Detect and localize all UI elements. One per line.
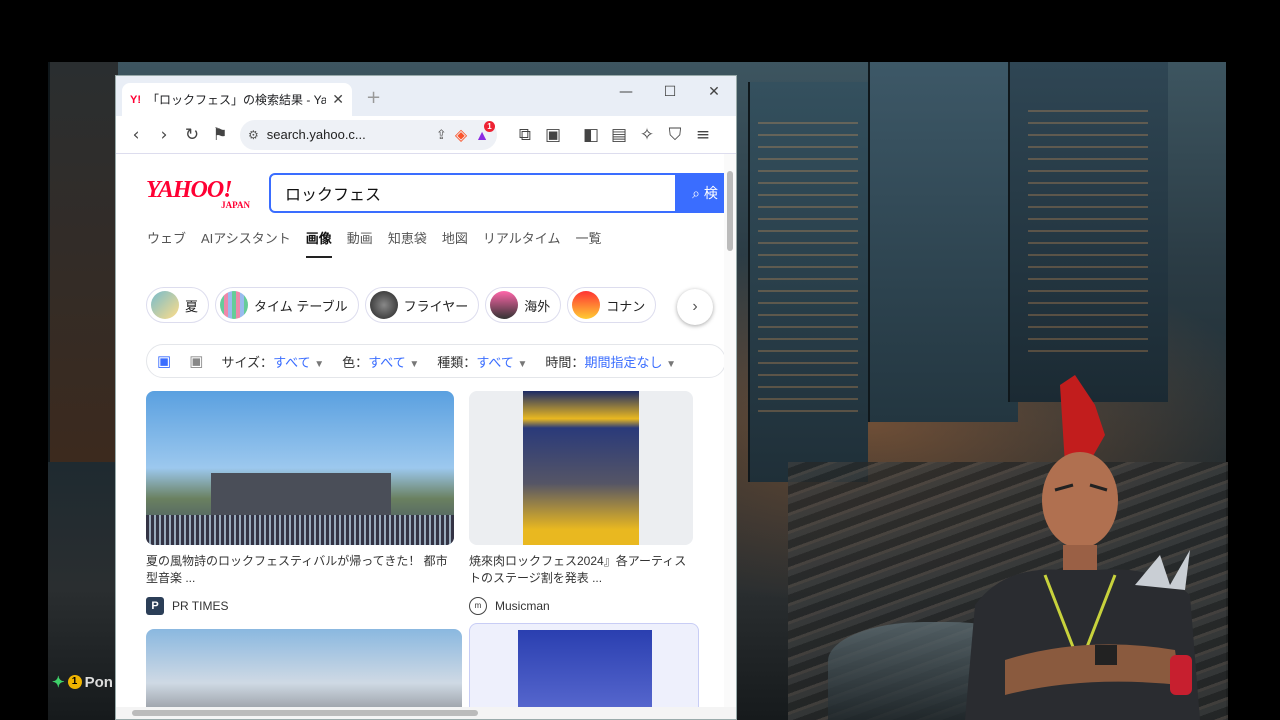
extensions-icon[interactable]: ⧉ [511, 125, 539, 145]
tab-images[interactable]: 画像 [305, 228, 332, 258]
brave-shields-icon[interactable]: ◈ [455, 125, 467, 145]
active-tab[interactable]: Y! 「ロックフェス」の検索結果 - Yahoo!検 ✕ [122, 83, 352, 116]
chip-summer[interactable]: 夏 [146, 287, 210, 323]
result-card[interactable]: 夏の風物詩のロックフェスティバルが帰ってきた！ 都市型音楽 ... P PR TI… [146, 391, 454, 615]
menu-icon[interactable]: ≡ [689, 125, 717, 145]
result-image[interactable] [518, 630, 652, 716]
back-icon[interactable]: ‹ [122, 125, 150, 145]
search-button-label: 検 [703, 185, 718, 201]
horizontal-scrollbar[interactable] [116, 707, 736, 719]
vpn-icon[interactable]: ⛉ [661, 125, 689, 145]
maximize-icon[interactable]: ☐ [648, 84, 692, 100]
window-controls: — ☐ ✕ [604, 84, 736, 100]
chip-label: タイム テーブル [254, 298, 348, 314]
tab-chiebukuro[interactable]: 知恵袋 [388, 228, 427, 258]
badge-text: Pon [84, 673, 113, 691]
result-caption[interactable]: 焼來肉ロックフェス2024』各アーティストのステージ割を発表 ... [469, 553, 693, 587]
search-page: YAHOO! JAPAN ロックフェス ✕ ⌕ 検 ウェブ AIアシスタント 画… [116, 154, 736, 719]
search-input[interactable]: ロックフェス ✕ [269, 173, 729, 213]
result-caption[interactable]: 夏の風物詩のロックフェスティバルが帰ってきた！ 都市型音楽 ... [146, 553, 454, 587]
tab-web[interactable]: ウェブ [147, 228, 186, 258]
color-filter[interactable]: 色：すべて ▼ [342, 352, 419, 371]
close-window-icon[interactable]: ✕ [692, 84, 736, 100]
chevron-right-icon[interactable]: › [677, 289, 713, 325]
result-card[interactable]: 焼來肉ロックフェス2024』各アーティストのステージ割を発表 ... m Musi… [469, 391, 693, 615]
filter-bar: ▣ ▣ サイズ：すべて ▼ 色：すべて ▼ 種類：すべて ▼ 時間：期間指定なし… [146, 344, 726, 378]
chip-label: 夏 [185, 298, 199, 314]
reload-icon[interactable]: ↻ [178, 125, 206, 145]
url-text: search.yahoo.c... [266, 127, 366, 142]
photo-icon[interactable]: ▣ [157, 353, 171, 370]
stream-points-badge: ✦ 1 Pon [52, 673, 113, 692]
filter-type-icons: ▣ ▣ [157, 352, 203, 370]
tab-map[interactable]: 地図 [442, 228, 468, 258]
chip-overseas[interactable]: 海外 [485, 287, 562, 323]
image-icon[interactable]: ▣ [189, 353, 203, 370]
close-tab-icon[interactable]: ✕ [332, 91, 344, 108]
minimize-icon[interactable]: — [604, 84, 648, 100]
size-filter[interactable]: サイズ：すべて ▼ [221, 352, 324, 371]
chip-label: フライヤー [403, 298, 469, 314]
musicman-icon: m [469, 597, 487, 615]
source-name: PR TIMES [172, 599, 229, 613]
tab-realtime[interactable]: リアルタイム [483, 228, 561, 258]
result-card[interactable] [469, 623, 699, 719]
chip-label: 海外 [524, 298, 551, 314]
tab-list[interactable]: 一覧 [575, 228, 601, 258]
result-image[interactable] [146, 391, 454, 545]
chip-timetable[interactable]: タイム テーブル [215, 287, 359, 323]
vertical-scrollbar[interactable] [724, 154, 736, 719]
kind-filter[interactable]: 種類：すべて ▼ [437, 352, 527, 371]
logo-main: YAHOO! [146, 177, 233, 203]
browser-toolbar: ‹ › ↻ ⚑ ⚙ search.yahoo.c... ⇪ ◈ ▲ 1 ⧉ ▣ ◧… [116, 116, 736, 154]
suggestion-chips: 夏 タイム テーブル フライヤー 海外 コナン [146, 287, 657, 323]
plus-icon: ✦ [52, 674, 65, 691]
time-filter[interactable]: 時間：期間指定なし ▼ [545, 352, 676, 371]
kind-label: 種類： [437, 354, 477, 370]
chip-conan[interactable]: コナン [567, 287, 657, 323]
color-value: すべて [368, 354, 406, 370]
result-source[interactable]: m Musicman [469, 597, 693, 615]
size-label: サイズ： [221, 354, 274, 370]
vtuber-avatar [945, 375, 1215, 720]
tab-title: 「ロックフェス」の検索結果 - Yahoo!検 [147, 93, 326, 107]
rewards-count: 1 [484, 120, 495, 132]
share-icon[interactable]: ⇪ [436, 127, 447, 143]
search-tabs: ウェブ AIアシスタント 画像 動画 知恵袋 地図 リアルタイム 一覧 [147, 228, 616, 258]
chip-flyer[interactable]: フライヤー [364, 287, 480, 323]
search-query: ロックフェス [285, 187, 382, 204]
site-settings-icon[interactable]: ⚙ [248, 128, 259, 142]
brave-rewards-icon[interactable]: ▲ 1 [475, 120, 495, 143]
tab-ai-assistant[interactable]: AIアシスタント [201, 228, 291, 258]
search-icon: ⌕ [692, 184, 700, 201]
sidebar-icon[interactable]: ◧ [577, 125, 605, 145]
color-label: 色： [342, 354, 369, 370]
time-value: 期間指定なし [584, 354, 663, 370]
forward-icon[interactable]: › [150, 125, 178, 145]
kind-value: すべて [476, 354, 514, 370]
yahoo-favicon-icon: Y! [130, 93, 141, 106]
result-image[interactable] [146, 629, 462, 719]
result-card[interactable] [146, 629, 462, 719]
address-bar[interactable]: ⚙ search.yahoo.c... ⇪ ◈ ▲ 1 [240, 119, 497, 150]
tab-video[interactable]: 動画 [347, 228, 373, 258]
new-tab-icon[interactable]: + [366, 87, 381, 108]
bookmark-icon[interactable]: ⚑ [206, 125, 234, 145]
source-name: Musicman [495, 599, 550, 613]
screen: ✦ 1 Pon Y! 「ロックフェス」の検索結果 - Yahoo!検 ✕ + —… [0, 0, 1280, 720]
coin-icon: 1 [67, 675, 82, 689]
size-value: すべて [273, 354, 311, 370]
yahoo-logo[interactable]: YAHOO! JAPAN [146, 178, 254, 210]
pr-times-icon: P [146, 597, 164, 615]
result-image[interactable] [469, 391, 693, 545]
chip-label: コナン [606, 298, 646, 314]
leo-ai-icon[interactable]: ✧ [633, 125, 661, 145]
time-label: 時間： [545, 354, 585, 370]
wallet-icon[interactable]: ▤ [605, 125, 633, 145]
result-source[interactable]: P PR TIMES [146, 597, 454, 615]
screenshot-icon[interactable]: ▣ [539, 125, 567, 145]
title-bar: Y! 「ロックフェス」の検索結果 - Yahoo!検 ✕ + — ☐ ✕ [116, 76, 736, 116]
browser-window: Y! 「ロックフェス」の検索結果 - Yahoo!検 ✕ + — ☐ ✕ ‹ ›… [115, 75, 737, 720]
